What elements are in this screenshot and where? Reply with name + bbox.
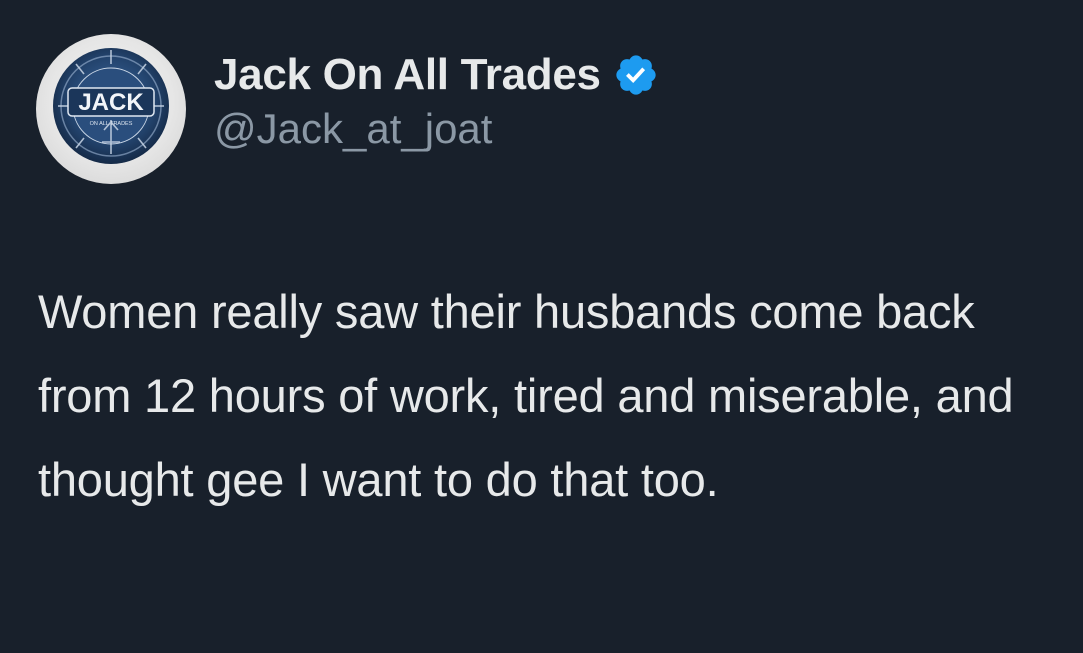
verified-badge-icon[interactable]	[613, 52, 659, 98]
tweet-header: JACK ON ALL TRADES Jack On All Trades @J…	[36, 34, 659, 184]
author-names: Jack On All Trades @Jack_at_joat	[214, 47, 659, 153]
display-name-row: Jack On All Trades	[214, 47, 659, 103]
logo-subtext: ON ALL TRADES	[90, 121, 133, 127]
author-handle[interactable]: @Jack_at_joat	[214, 105, 659, 153]
logo-text: JACK	[78, 89, 144, 116]
author-display-name[interactable]: Jack On All Trades	[214, 50, 601, 100]
jack-logo-icon: JACK ON ALL TRADES	[53, 48, 169, 164]
tweet-card: JACK ON ALL TRADES Jack On All Trades @J…	[0, 0, 1083, 653]
tweet-text: Women really saw their husbands come bac…	[38, 285, 1014, 506]
avatar[interactable]: JACK ON ALL TRADES	[36, 34, 186, 184]
